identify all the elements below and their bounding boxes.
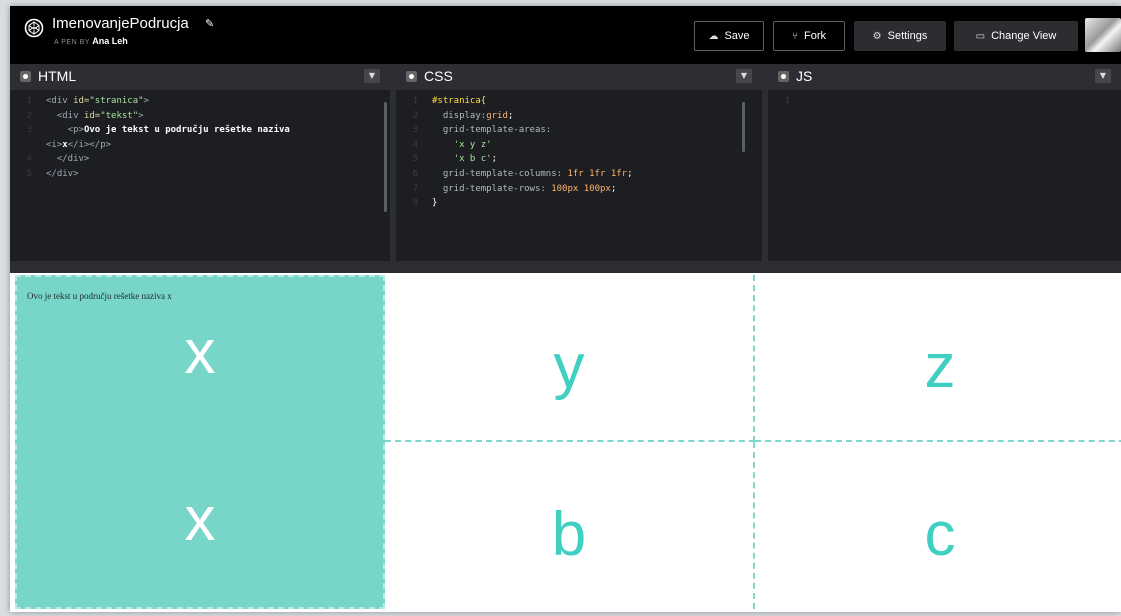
code-line: 8}	[412, 198, 438, 209]
css-editor-title: CSS	[424, 68, 453, 84]
html-editor[interactable]: HTML ▼ 1 <div id="stranica"> 2 <div id="t…	[10, 64, 396, 261]
html-editor-title: HTML	[38, 68, 77, 84]
code-line: 2 <div id="tekst">	[26, 110, 144, 121]
settings-button[interactable]: ⚙ Settings	[854, 21, 946, 51]
gear-icon: ⚙	[872, 30, 882, 42]
save-button[interactable]: ☁ Save	[694, 21, 764, 51]
cloud-upload-icon: ☁	[708, 30, 719, 42]
code-line: 3 grid-template-areas:	[412, 125, 552, 136]
author-link[interactable]: Ana Leh	[92, 36, 128, 46]
save-label: Save	[724, 30, 750, 42]
grid-area-z: z	[755, 275, 1121, 442]
chevron-down-icon[interactable]: ▼	[736, 69, 752, 83]
change-view-button[interactable]: ▭ Change View	[954, 21, 1078, 51]
code-line: 3 <p>Ovo je tekst u području rešetke naz…	[26, 125, 290, 136]
js-editor-title: JS	[796, 68, 813, 84]
code-line: <i>x</i></p>	[46, 139, 112, 150]
code-line: 1 <div id="stranica">	[26, 96, 149, 106]
area-label-c: c	[924, 500, 956, 569]
editor-settings-icon[interactable]	[406, 71, 417, 82]
header-bar: ImenovanjePodrucja ✎ A PEN BY Ana Leh ☁ …	[10, 6, 1121, 64]
edit-title-pencil-icon[interactable]: ✎	[205, 17, 214, 30]
change-view-label: Change View	[991, 30, 1057, 42]
editor-settings-icon[interactable]	[778, 71, 789, 82]
editors-panel: HTML ▼ 1 <div id="stranica"> 2 <div id="t…	[10, 64, 1121, 261]
editor-settings-icon[interactable]	[20, 71, 31, 82]
preview-paragraph: Ovo je tekst u području rešetke naziva x	[27, 291, 172, 301]
area-label-b: b	[551, 500, 587, 569]
area-label-x-bottom: x	[184, 485, 216, 554]
user-avatar[interactable]	[1085, 18, 1121, 52]
chevron-down-icon[interactable]: ▼	[1095, 69, 1111, 83]
html-editor-header: HTML ▼	[10, 64, 390, 90]
result-preview: Ovo je tekst u području rešetke naziva x…	[10, 273, 1121, 612]
grid-area-y: y	[385, 275, 755, 442]
code-line: 4 'x y z'	[412, 139, 492, 150]
grid-area-x: Ovo je tekst u području rešetke naziva x…	[15, 275, 385, 609]
chevron-down-icon[interactable]: ▼	[364, 69, 380, 83]
fork-icon: ⑂	[792, 30, 798, 42]
css-editor-header: CSS ▼	[396, 64, 762, 90]
code-line: 2 display:grid;	[412, 110, 514, 121]
grid-area-b: b	[385, 442, 755, 609]
grid-area-c: c	[755, 442, 1121, 609]
js-editor-header: JS ▼	[768, 64, 1121, 90]
code-line: 5 'x b c';	[412, 154, 498, 165]
pen-title[interactable]: ImenovanjePodrucja	[52, 15, 189, 32]
css-scrollbar[interactable]	[742, 102, 745, 152]
code-line: 1 #stranica{	[412, 96, 487, 106]
area-label-x-top: x	[184, 318, 216, 387]
html-scrollbar[interactable]	[384, 102, 387, 212]
codepen-window: ImenovanjePodrucja ✎ A PEN BY Ana Leh ☁ …	[10, 6, 1121, 612]
pen-byline: A PEN BY Ana Leh	[54, 36, 128, 46]
codepen-logo-icon[interactable]	[24, 18, 44, 38]
area-label-z: z	[924, 332, 956, 401]
area-label-y: y	[553, 332, 585, 401]
settings-label: Settings	[887, 30, 928, 42]
fork-button[interactable]: ⑂ Fork	[773, 21, 845, 51]
byline-prefix: A PEN BY	[54, 39, 90, 46]
css-editor[interactable]: CSS ▼ 1 #stranica{ 2 display:grid; 3 grid…	[396, 64, 768, 261]
html-code[interactable]: 1 <div id="stranica"> 2 <div id="tekst"> …	[10, 94, 390, 182]
code-line: 7 grid-template-rows: 100px 100px;	[412, 183, 617, 194]
code-line: 4 </div>	[26, 154, 90, 165]
css-code[interactable]: 1 #stranica{ 2 display:grid; 3 grid-templ…	[396, 94, 762, 211]
code-line: 5 </div>	[26, 168, 79, 179]
code-line: 6 grid-template-columns: 1fr 1fr 1fr;	[412, 168, 633, 179]
editor-resize-handle[interactable]	[10, 261, 1121, 273]
fork-label: Fork	[804, 30, 826, 42]
js-editor[interactable]: JS ▼ 1	[768, 64, 1121, 261]
grid-container: Ovo je tekst u području rešetke naziva x…	[15, 275, 1121, 609]
layout-icon: ▭	[975, 30, 986, 42]
